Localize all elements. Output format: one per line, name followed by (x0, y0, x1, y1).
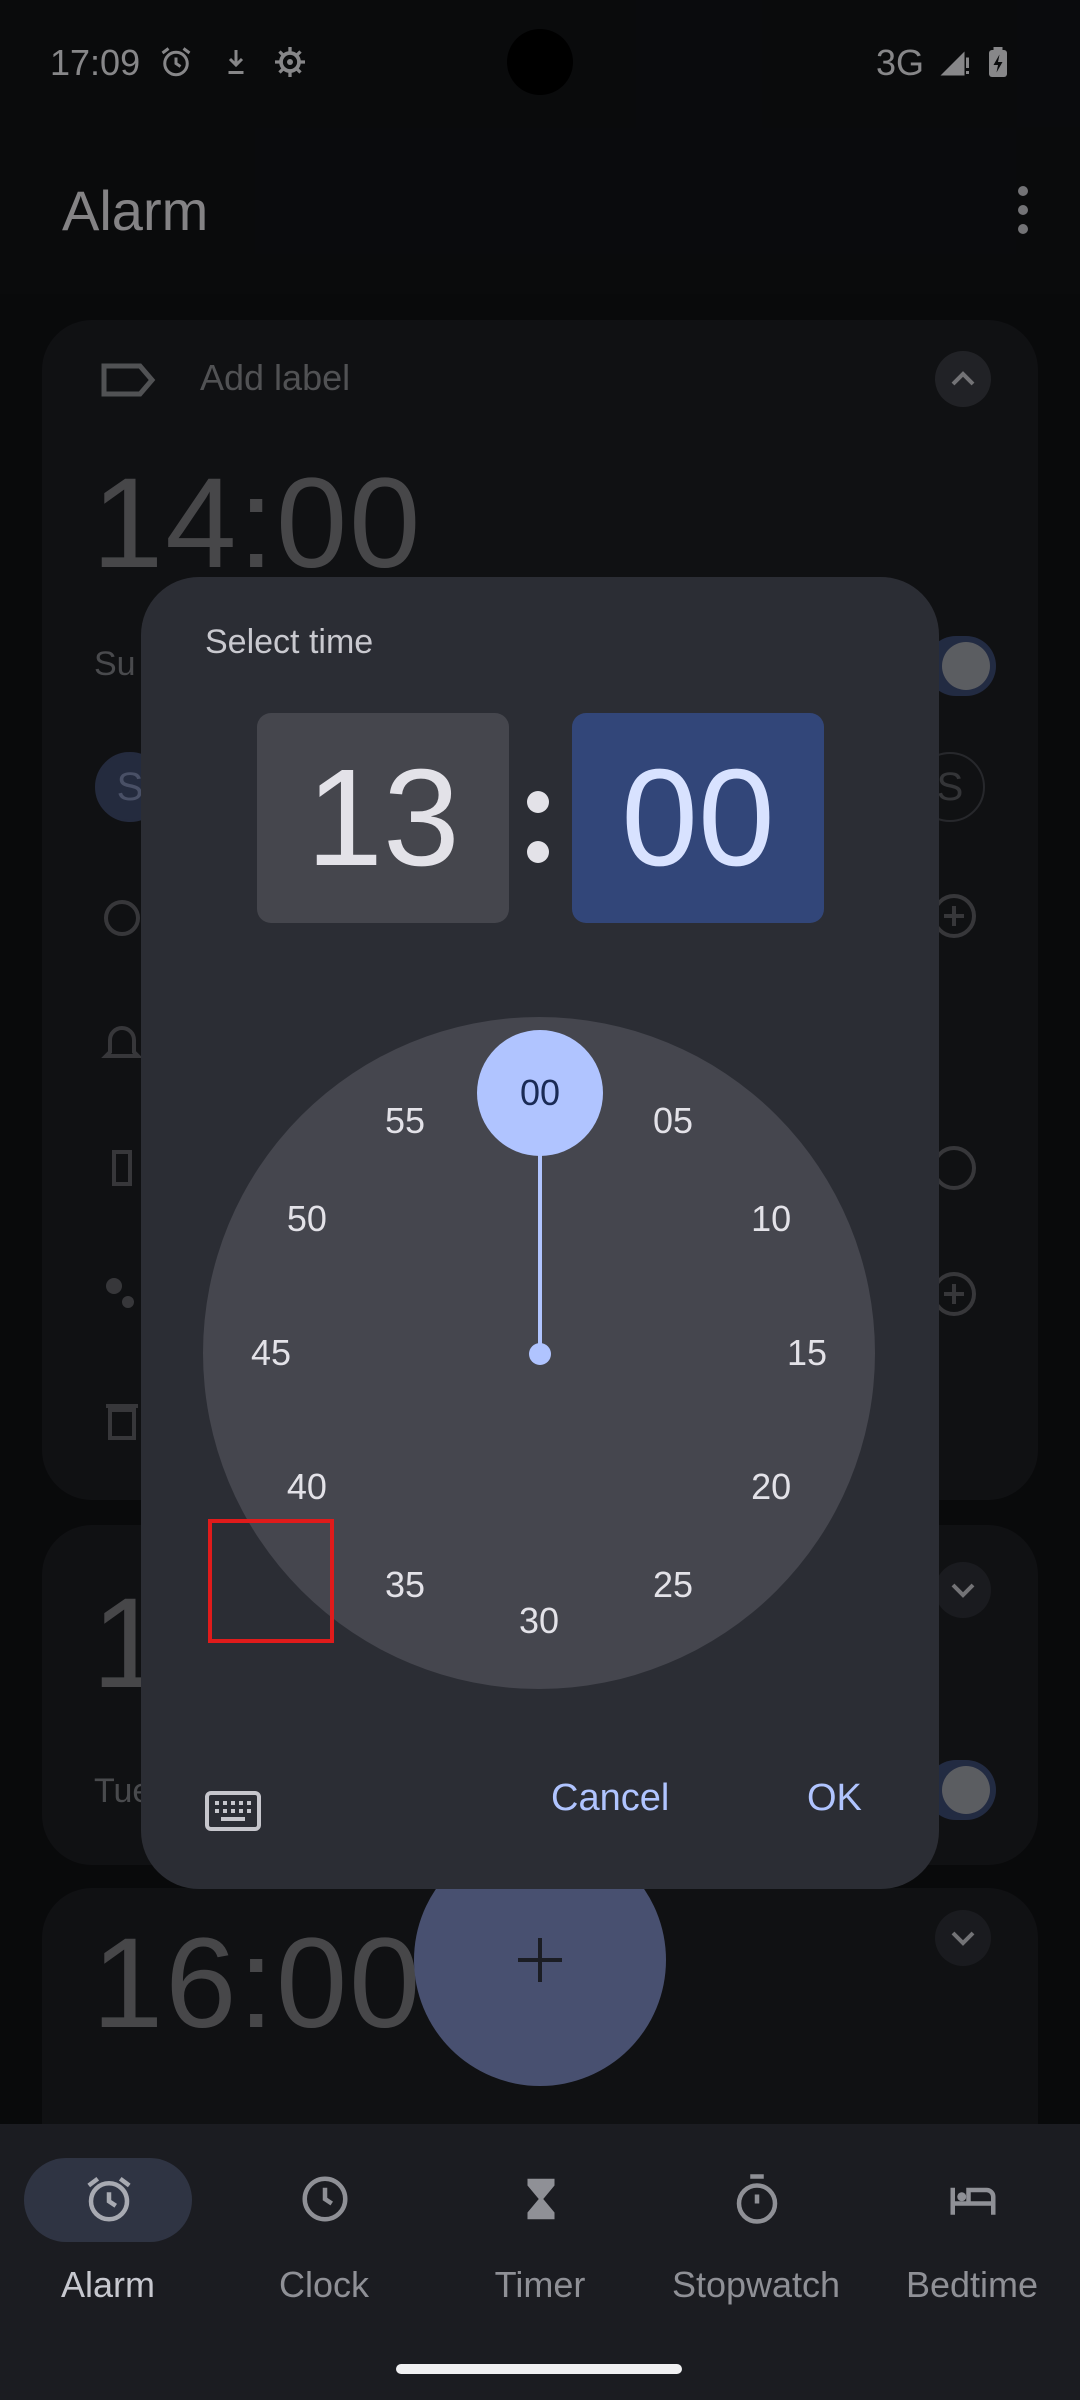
minute-tick-25[interactable]: 25 (633, 1563, 713, 1607)
bed-icon (950, 2187, 996, 2215)
clock-app-screen: 17:09 3G Alarm Add label 14:00 Su S S 1 … (0, 0, 1080, 2400)
minute-tick-20[interactable]: 20 (731, 1465, 811, 1509)
time-separator (516, 713, 560, 923)
hourglass-icon (527, 2178, 555, 2220)
nav-item-clock[interactable]: Clock (216, 2124, 432, 2324)
time-picker-dialog: Select time 13 00 00 05 10 15 20 25 30 35 40 45 5… (141, 577, 939, 1889)
dial-selector[interactable]: 00 (477, 1030, 603, 1156)
nav-label: Alarm (60, 2264, 155, 2305)
minute-tick-05[interactable]: 05 (633, 1099, 713, 1143)
minute-tick-10[interactable]: 10 (731, 1197, 811, 1241)
dial-hand (538, 1137, 542, 1353)
minute-tick-30[interactable]: 30 (499, 1599, 579, 1643)
nav-item-stopwatch[interactable]: Stopwatch (648, 2124, 864, 2324)
keyboard-icon[interactable] (205, 1791, 261, 1831)
ok-button[interactable]: OK (807, 1777, 862, 1820)
nav-item-alarm[interactable]: Alarm (0, 2124, 216, 2324)
minute-tick-15[interactable]: 15 (767, 1331, 847, 1375)
nav-item-bedtime[interactable]: Bedtime (864, 2124, 1080, 2324)
dialog-title: Select time (205, 623, 374, 661)
dial-center (529, 1343, 551, 1365)
stopwatch-icon (736, 2174, 778, 2224)
minute-input[interactable]: 00 (572, 713, 824, 923)
clock-icon (302, 2176, 348, 2222)
minute-tick-40[interactable]: 40 (267, 1465, 347, 1509)
nav-label: Stopwatch (671, 2264, 841, 2305)
minute-tick-45[interactable]: 45 (231, 1331, 311, 1375)
minute-tick-35[interactable]: 35 (365, 1563, 445, 1607)
alarm-icon (87, 2176, 131, 2222)
nav-label: Bedtime (905, 2264, 1039, 2305)
nav-label: Clock (278, 2264, 370, 2305)
bottom-navigation: Alarm Clock Timer Stopwatch Bedtime (0, 2124, 1080, 2400)
hour-input[interactable]: 13 (257, 713, 509, 923)
highlight-box (208, 1519, 334, 1643)
nav-item-timer[interactable]: Timer (432, 2124, 648, 2324)
minute-tick-50[interactable]: 50 (267, 1197, 347, 1241)
minute-tick-55[interactable]: 55 (365, 1099, 445, 1143)
cancel-button[interactable]: Cancel (551, 1777, 669, 1820)
nav-label: Timer (494, 2264, 586, 2305)
gesture-bar[interactable] (396, 2364, 682, 2374)
